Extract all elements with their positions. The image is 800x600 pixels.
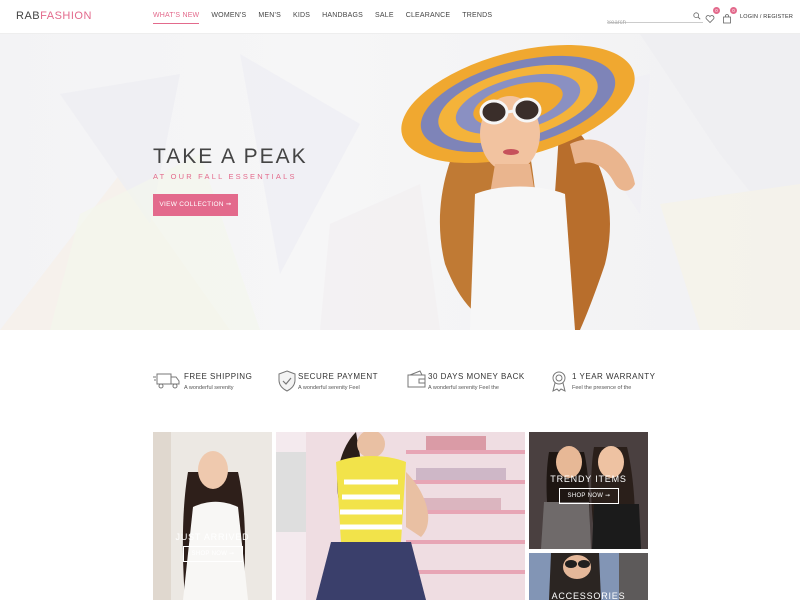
- feature-desc: Feel the presence of the: [572, 385, 632, 391]
- promo-tile-just-arrived[interactable]: JUST ARRIVED SHOP NOW ➞: [153, 432, 272, 600]
- view-collection-button[interactable]: VIEW COLLECTION ➞: [153, 194, 238, 216]
- logo-text-primary: RAB: [16, 10, 41, 22]
- feature-title: 30 DAYS MONEY BACK: [428, 372, 525, 381]
- hero-banner: TAKE A PEAK AT OUR FALL ESSENTIALS VIEW …: [0, 34, 800, 330]
- hero-model-image: [390, 34, 670, 330]
- model-photo-just-arrived: [153, 432, 272, 600]
- search-box: [607, 11, 703, 28]
- cart-count-badge: 0: [730, 7, 737, 14]
- shopping-bag-icon: [723, 14, 731, 24]
- main-nav: WHAT'S NEW WOMEN'S MEN'S KIDS HANDBAGS S…: [153, 12, 504, 24]
- truck-icon: [153, 373, 180, 389]
- feature-title: FREE SHIPPING: [184, 372, 253, 381]
- hero-title: TAKE A PEAK: [153, 145, 308, 168]
- promo-tile-trendy-items[interactable]: TRENDY ITEMS SHOP NOW ➞: [529, 432, 648, 549]
- feature-desc: A wonderful serenity Feel: [298, 385, 360, 391]
- wishlist-button[interactable]: 0: [705, 7, 720, 24]
- login-register-link[interactable]: LOGIN / REGISTER: [740, 14, 793, 20]
- wallet-icon: [407, 370, 426, 388]
- wishlist-count-badge: 0: [713, 7, 720, 14]
- shield-icon: [278, 370, 296, 392]
- cart-button[interactable]: 0: [722, 7, 737, 24]
- search-icon[interactable]: [693, 12, 701, 20]
- features-bar: FREE SHIPPING A wonderful serenity SECUR…: [0, 330, 800, 430]
- feature-desc: A wonderful serenity: [184, 385, 234, 391]
- nav-item-clearance[interactable]: CLEARANCE: [406, 12, 451, 24]
- nav-item-kids[interactable]: KIDS: [293, 12, 310, 24]
- nav-item-sale[interactable]: SALE: [375, 12, 394, 24]
- feature-desc: A wonderful serenity Feel the: [428, 385, 499, 391]
- nav-item-mens[interactable]: MEN'S: [258, 12, 281, 24]
- feature-title: SECURE PAYMENT: [298, 372, 379, 381]
- shop-now-button[interactable]: SHOP NOW ➞: [559, 488, 619, 504]
- promo-tile-accessories[interactable]: ACCESSORIES: [529, 553, 648, 600]
- tile-title: TRENDY ITEMS: [550, 474, 627, 484]
- model-photo-store: [276, 432, 525, 600]
- shop-now-button[interactable]: SHOP NOW ➞: [183, 546, 243, 562]
- logo-text-accent: FASHION: [40, 10, 92, 22]
- nav-item-whats-new[interactable]: WHAT'S NEW: [153, 12, 200, 24]
- tile-title: JUST ARRIVED: [175, 532, 250, 542]
- nav-item-handbags[interactable]: HANDBAGS: [322, 12, 363, 24]
- search-input[interactable]: [607, 18, 687, 28]
- site-logo[interactable]: RABFASHION: [16, 10, 92, 22]
- heart-icon: [705, 15, 715, 24]
- promo-tile-featured[interactable]: [276, 432, 525, 600]
- nav-item-trends[interactable]: TRENDS: [462, 12, 492, 24]
- site-header: RABFASHION WHAT'S NEW WOMEN'S MEN'S KIDS…: [0, 0, 800, 34]
- award-icon: [552, 371, 566, 392]
- nav-item-womens[interactable]: WOMEN'S: [211, 12, 246, 24]
- feature-title: 1 YEAR WARRANTY: [572, 372, 656, 381]
- hero-subtitle: AT OUR FALL ESSENTIALS: [153, 172, 297, 181]
- tile-title: ACCESSORIES: [551, 591, 626, 600]
